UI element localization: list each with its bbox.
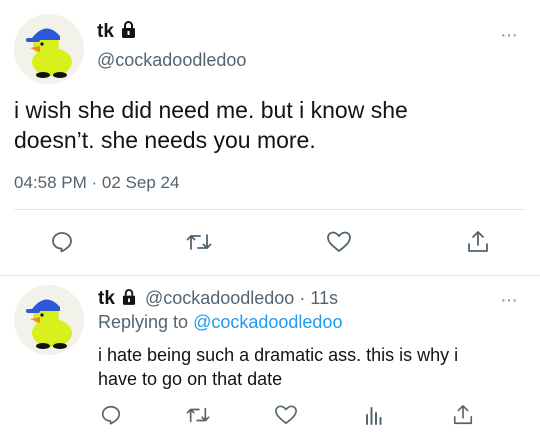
share-icon [453,405,473,425]
reply-icon [52,232,72,253]
reply-share-button[interactable] [452,403,474,427]
more-options-button[interactable]: ··· [500,25,518,45]
reply-author-display-name[interactable]: tk [98,288,115,309]
reply-header: tk @cockadoodledoo · 11s [98,288,338,310]
tweet-text-line: doesn’t. she needs you more. [14,127,316,153]
tweet-text: i wish she did need me. but i know she d… [14,95,408,155]
tweet-time: 04:58 PM [14,173,87,192]
reply-age[interactable]: 11s [310,288,338,308]
tweet-date: 02 Sep 24 [101,173,180,192]
reply-analytics-button[interactable] [363,404,385,426]
reply-text: i hate being such a dramatic ass. this i… [98,343,458,391]
lock-icon [122,289,136,310]
duck-avatar-icon [14,14,84,84]
retweet-icon [186,234,212,250]
tweet-timestamp[interactable]: 04:58 PM · 02 Sep 24 [14,173,179,193]
reply-author-avatar[interactable] [14,285,84,355]
author-handle[interactable]: @cockadoodledoo [97,50,246,71]
lock-icon [121,21,136,43]
like-button[interactable] [326,230,352,254]
tweet-text-line: i wish she did need me. but i know she [14,97,408,123]
separator-dot: · [299,288,306,308]
author-avatar[interactable] [14,14,84,84]
reply-more-options-button[interactable]: ··· [500,290,518,310]
heart-icon [275,405,297,425]
reply-icon [101,405,121,425]
duck-avatar-icon [14,285,84,355]
replying-to-label: Replying to [98,312,189,332]
reply-retweet-button[interactable] [186,404,210,426]
separator-dot: · [91,173,98,192]
share-icon [468,231,488,252]
divider [0,275,540,276]
heart-icon [327,231,351,252]
author-display-name[interactable]: tk [97,21,114,43]
reply-text-line: i hate being such a dramatic ass. this i… [98,345,459,365]
reply-button[interactable] [50,230,74,254]
analytics-icon [366,407,382,425]
replying-to: Replying to @cockadoodledoo [98,312,342,333]
retweet-icon [186,407,210,423]
reply-text-line: have to go on that date [98,369,283,389]
replying-to-handle-link[interactable]: @cockadoodledoo [193,312,342,332]
divider [14,209,526,210]
reply-like-button[interactable] [274,404,298,426]
reply-author-handle[interactable]: @cockadoodledoo [145,288,294,308]
retweet-button[interactable] [186,230,212,254]
share-button[interactable] [466,229,490,255]
reply-reply-button[interactable] [100,404,122,426]
